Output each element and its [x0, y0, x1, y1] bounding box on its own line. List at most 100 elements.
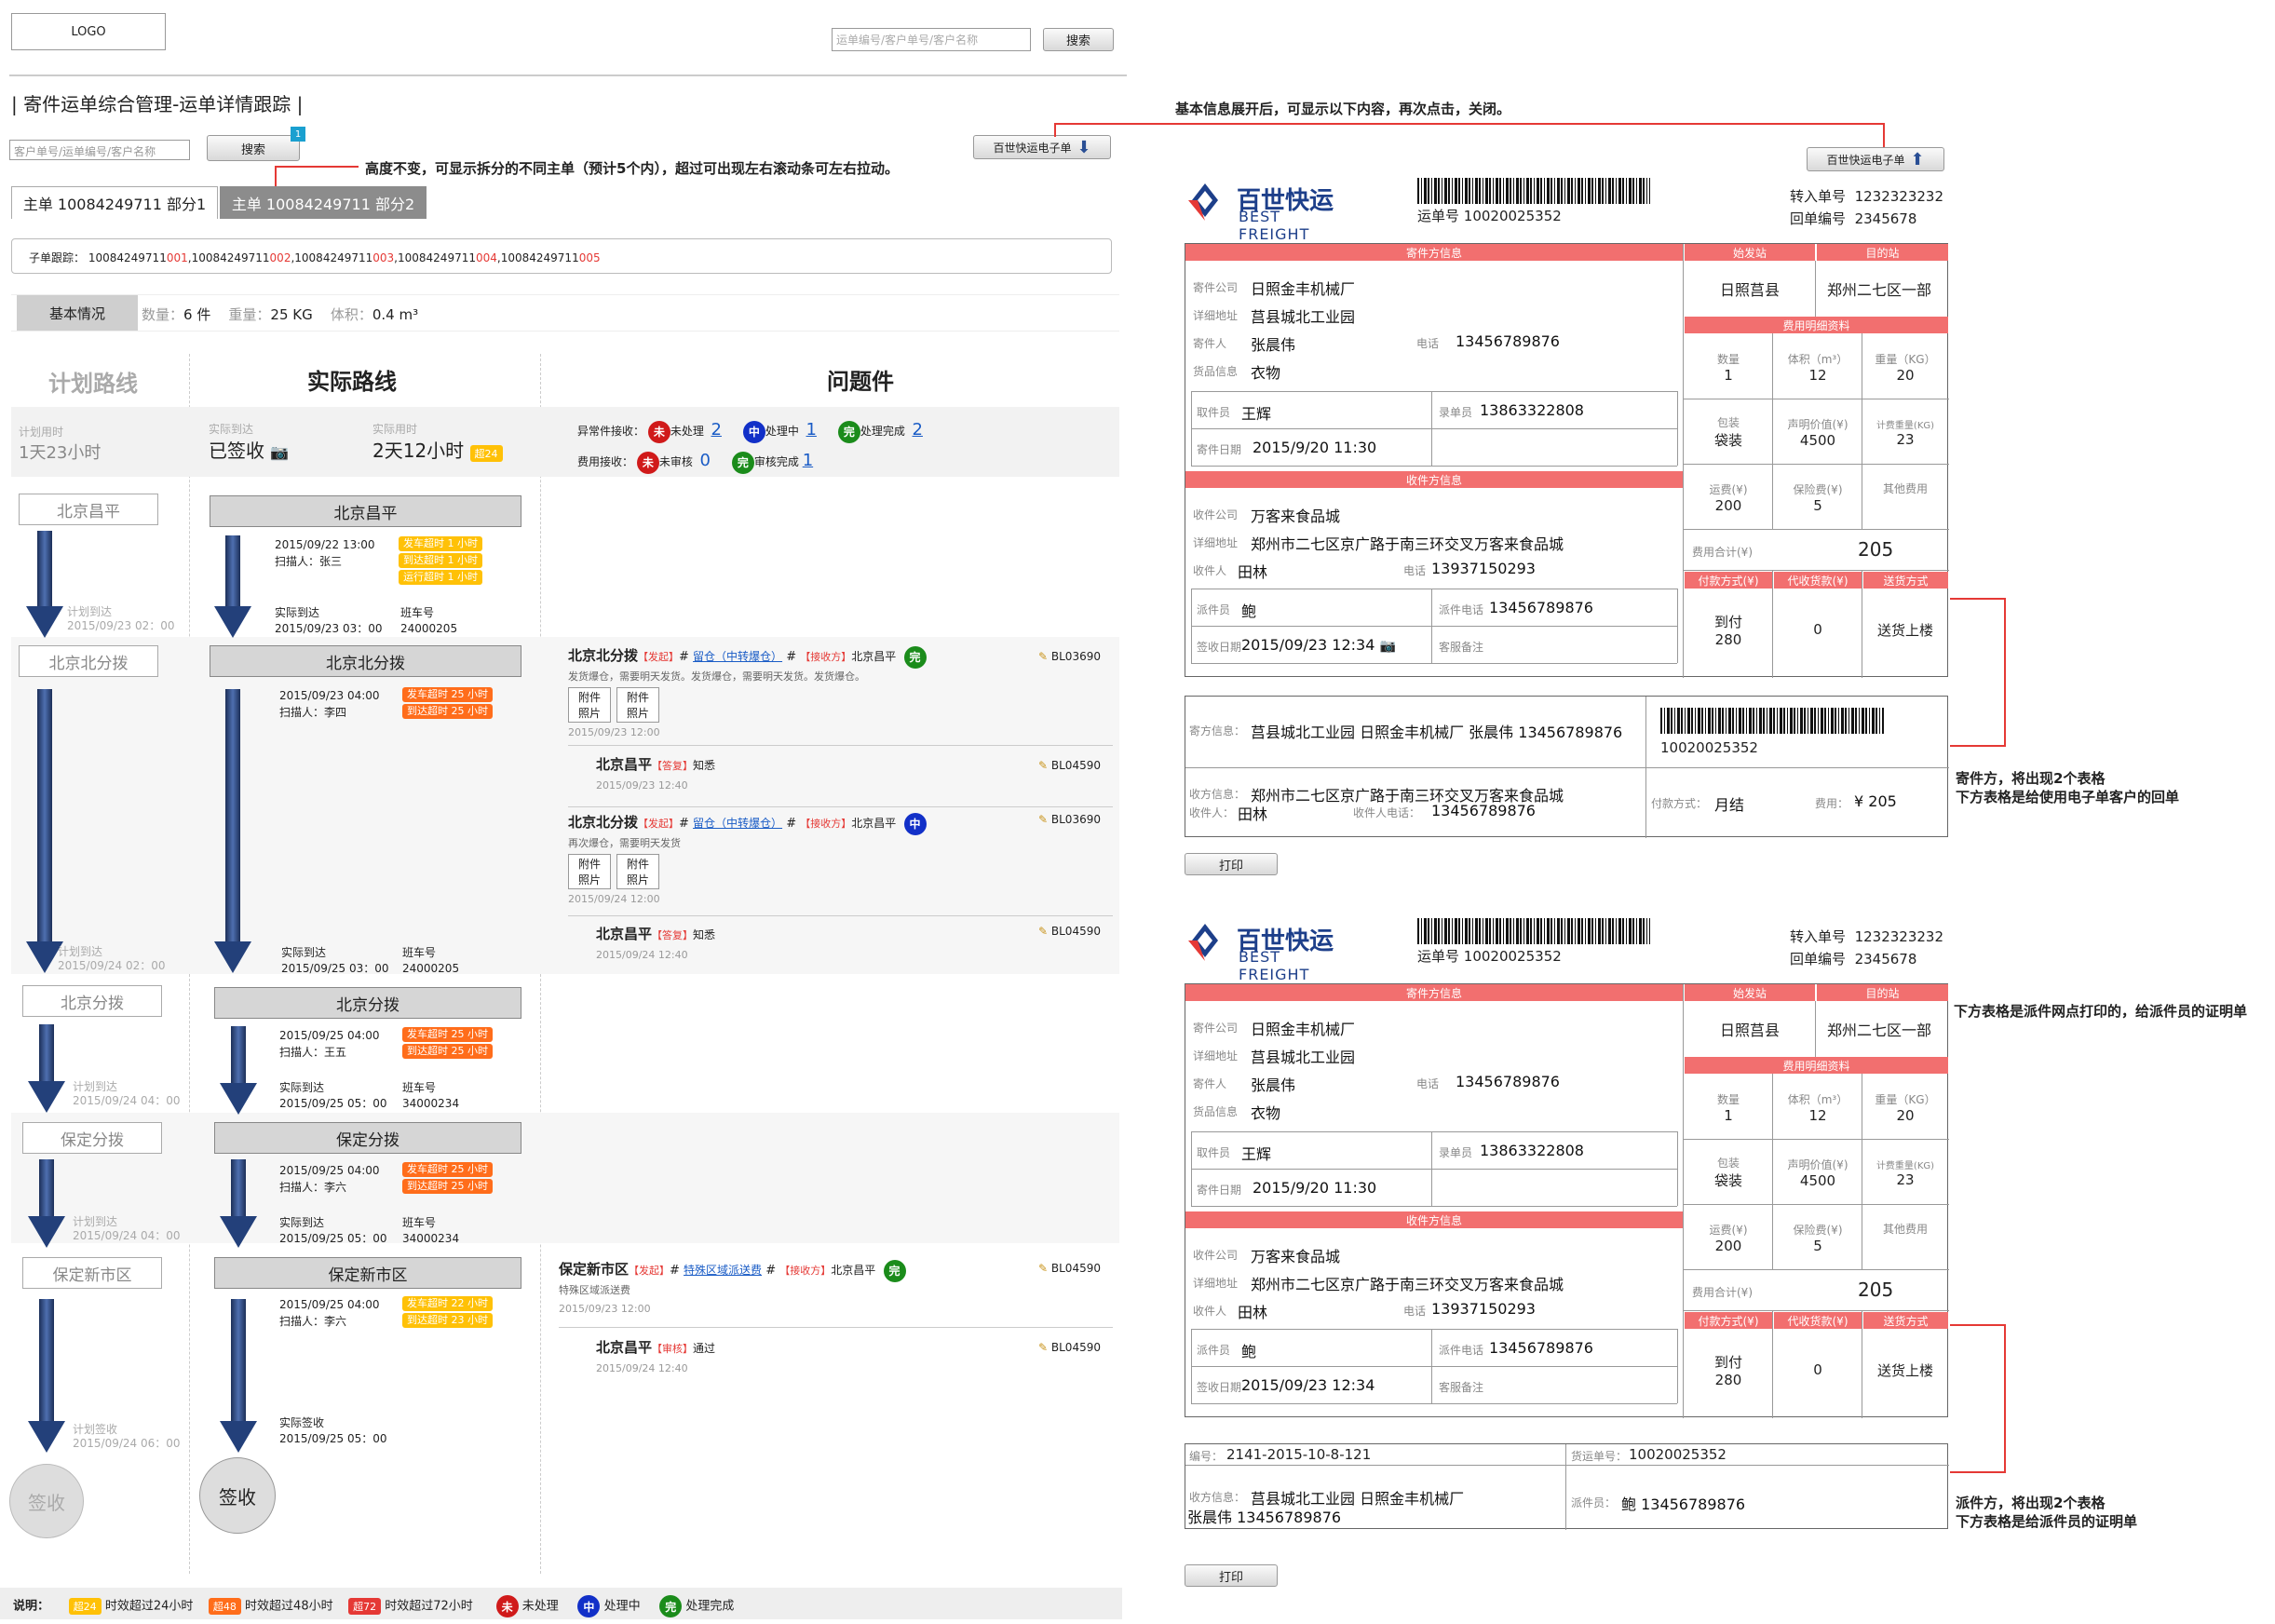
actual-tags: 发车超时 25 小时 到达超时 25 小时 — [402, 1027, 495, 1061]
pencil-icon[interactable]: ✎ — [1038, 813, 1048, 826]
issue-reply: 北京昌平【答复】知悉 2015/09/23 12:40 — [596, 756, 716, 792]
overtime-tag: 发车超时 1 小时 — [399, 536, 482, 551]
annotation-bracket-2a — [1950, 1324, 2006, 1326]
actual-detail: 2015/09/25 04:00 扫描人：李六 — [279, 1164, 380, 1194]
actual-bus: 班车号 34000234 — [402, 1081, 460, 1110]
plan-arrive: 计划到达 2015/09/24 04：00 — [73, 1215, 181, 1242]
processing-count-link[interactable]: 1 — [806, 420, 817, 440]
actual-sign: 实际签收 2015/09/25 05：00 — [279, 1416, 387, 1445]
plan-sign-circle: 签收 — [9, 1464, 84, 1538]
plan-arrive: 计划到达 2015/09/24 04：00 — [73, 1080, 181, 1107]
actual-arrow-icon — [214, 535, 251, 638]
e-waybill-collapse-button[interactable]: 百世快运电子单 ⬆ — [1807, 147, 1944, 171]
actual-node[interactable]: 北京北分拨 — [210, 645, 521, 677]
issue-type-link[interactable]: 特殊区域派送费 — [684, 1264, 762, 1277]
issue-divider — [568, 915, 1113, 916]
basic-info-tab[interactable]: 基本情况 — [17, 295, 138, 331]
actual-node[interactable]: 保定分拨 — [214, 1122, 521, 1154]
legend-bar: 说明： 超24 时效超过24小时 超48 时效超过48小时 超72 时效超过72… — [0, 1588, 1122, 1619]
actual-sign-circle: 签收 — [199, 1457, 276, 1534]
status-done-icon: 完 — [903, 645, 927, 669]
plan-time-value: 1天23小时 — [19, 443, 102, 463]
pending-count-link[interactable]: 2 — [711, 420, 722, 440]
sub-order-1[interactable]: 10084249711001 — [88, 251, 188, 264]
sub-search-button[interactable]: 搜索 — [207, 135, 300, 161]
plan-arrow-icon — [28, 1159, 65, 1248]
actual-bus: 班车号 24000205 — [402, 946, 460, 975]
pencil-icon[interactable]: ✎ — [1038, 650, 1048, 663]
tab-part2[interactable]: 主单 10084249711 部分2 — [220, 186, 427, 219]
actual-tags: 发车超时 25 小时 到达超时 25 小时 — [402, 687, 495, 721]
overtime-tag: 到达超时 23 小时 — [402, 1313, 493, 1328]
done-count-link[interactable]: 2 — [913, 420, 923, 440]
waybill-no: 运单号 10020025352 — [1417, 948, 1562, 965]
pencil-icon[interactable]: ✎ — [1038, 925, 1048, 938]
sub-order-label: 子单跟踪： — [29, 251, 86, 264]
plan-sign: 计划签收 2015/09/24 06：00 — [73, 1423, 181, 1450]
waybill-form-sender: 百世快运 BEST FREIGHT 运单号 10020025352 转入单号 1… — [1185, 172, 1949, 880]
page-title: | 寄件运单综合管理-运单详情跟踪 | — [11, 93, 304, 115]
issue-type-link[interactable]: 留仓（中转爆仓） — [693, 650, 782, 663]
sub-order-track: 子单跟踪： 10084249711001,10084249711002,1008… — [11, 238, 1112, 274]
status-done-icon: 完 — [883, 1259, 906, 1282]
issue-item: 北京北分拨【发起】# 留仓（中转爆仓） # 【接收方】北京昌平 中 再次爆仓，需… — [568, 812, 1108, 905]
waybill-form-dispatch: 百世快运 BEST FREIGHT 运单号 10020025352 转入单号 1… — [1185, 913, 1949, 1530]
best-logo-icon — [1188, 924, 1218, 961]
actual-node[interactable]: 北京昌平 — [210, 495, 521, 527]
fee-done-count-link[interactable]: 1 — [803, 451, 813, 470]
overtime-tag: 发车超时 25 小时 — [402, 687, 493, 702]
overtime-tag: 到达超时 25 小时 — [402, 1179, 493, 1194]
annotation-line-expand-v1 — [1054, 123, 1056, 137]
overtime-tag: 超24 — [469, 445, 503, 462]
attachment-photo[interactable]: 附件 照片 — [616, 853, 659, 889]
header-divider — [9, 74, 1127, 76]
e-waybill-label: 百世快运电子单 — [993, 141, 1072, 155]
fee-pending-count[interactable]: 0 — [700, 451, 711, 470]
issue-code: ✎ BL03690 — [1038, 650, 1101, 663]
form-table: 寄件方信息 始发站 目的站 日照莒县 郑州二七区一部 费用明细资料 寄件公司 日照… — [1185, 243, 1949, 678]
logo: LOGO — [11, 13, 166, 50]
pencil-icon[interactable]: ✎ — [1038, 1262, 1048, 1275]
waybill-no: 运单号 10020025352 — [1417, 208, 1562, 224]
print-button[interactable]: 打印 — [1185, 1564, 1278, 1587]
overtime-tag: 到达超时 25 小时 — [402, 704, 493, 719]
fee-done-icon: 完 — [731, 451, 754, 474]
attachment-photo[interactable]: 附件 照片 — [568, 853, 611, 889]
overtime-tag: 到达超时 25 小时 — [402, 1044, 493, 1059]
issue-code: ✎ BL04590 — [1038, 1341, 1101, 1354]
pencil-icon[interactable]: ✎ — [1038, 759, 1048, 772]
note-dispatch-top: 下方表格是派件网点打印的，给派件员的证明单 — [1954, 1003, 2248, 1020]
attachment-photo[interactable]: 附件 照片 — [568, 686, 611, 723]
actual-arrow-icon — [220, 1026, 257, 1115]
plan-node: 北京北分拨 — [19, 645, 158, 677]
barcode — [1417, 918, 1650, 944]
sub-order-4[interactable]: 10084249711004 — [398, 251, 497, 264]
plan-node: 北京昌平 — [19, 494, 158, 525]
e-waybill-toggle-button[interactable]: 百世快运电子单 ⬇ — [973, 135, 1111, 159]
annotation-bracket-1c — [1950, 745, 2006, 747]
actual-node[interactable]: 保定新市区 — [214, 1257, 521, 1289]
header-search-input[interactable]: 运单编号/客户单号/客户名称 — [832, 28, 1031, 51]
arrow-up-icon: ⬆ — [1910, 149, 1925, 169]
sub-order-2[interactable]: 10084249711002 — [192, 251, 291, 264]
issue-type-link[interactable]: 留仓（中转爆仓） — [693, 817, 782, 830]
sub-search-input[interactable]: 客户单号/运单编号/客户名称 — [9, 140, 190, 160]
arrow-down-icon: ⬇ — [1077, 137, 1091, 157]
actual-node[interactable]: 北京分拨 — [214, 987, 521, 1019]
barcode — [1660, 708, 1884, 734]
print-button[interactable]: 打印 — [1185, 853, 1278, 875]
sub-order-3[interactable]: 10084249711003 — [294, 251, 394, 264]
header-search-button[interactable]: 搜索 — [1043, 28, 1114, 51]
attachment-photo[interactable]: 附件 照片 — [616, 686, 659, 723]
actual-detail: 2015/09/23 04:00 扫描人：李四 — [279, 689, 380, 719]
sub-order-5[interactable]: 10084249711005 — [501, 251, 601, 264]
actual-arrive-value: 已签收 📷 — [209, 440, 290, 462]
actual-arrive: 实际到达 2015/09/25 05：00 — [279, 1081, 387, 1110]
plan-time-label: 计划用时 — [19, 426, 64, 439]
tab-part1[interactable]: 主单 10084249711 部分1 — [11, 186, 218, 219]
actual-arrow-icon — [220, 1299, 257, 1453]
pencil-icon[interactable]: ✎ — [1038, 1341, 1048, 1354]
status-done-icon: 完 — [837, 420, 860, 443]
camera-icon[interactable]: 📷 — [1380, 639, 1396, 654]
camera-icon[interactable]: 📷 — [270, 443, 289, 461]
